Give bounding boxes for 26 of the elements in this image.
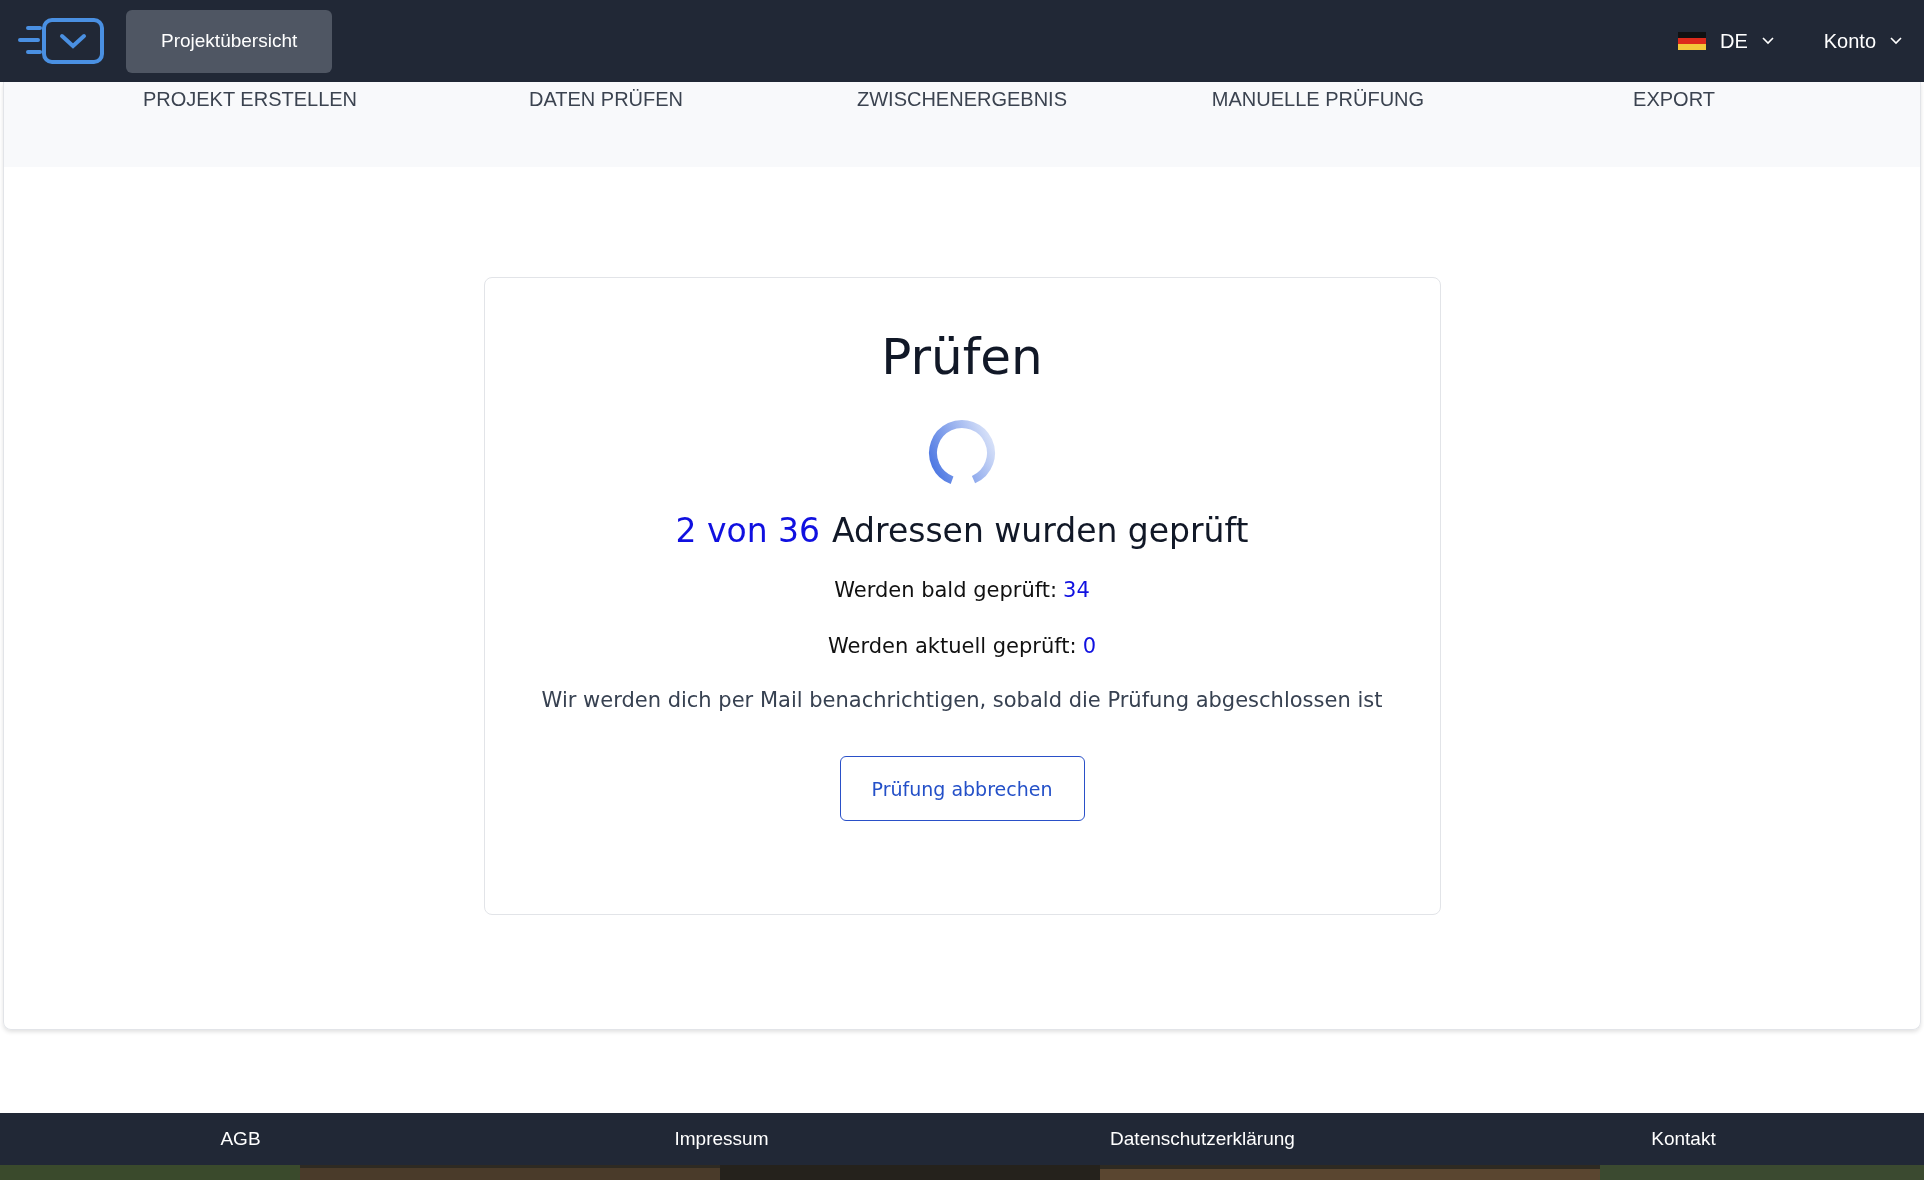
account-menu[interactable]: Konto <box>1823 29 1902 53</box>
notice-text: Wir werden dich per Mail benachrichtigen, sobald die Prüfung abgeschlossen ist <box>541 688 1383 712</box>
step-label: PROJEKT ERSTELLEN <box>141 87 359 111</box>
step-label: MANUELLE PRÜFUNG <box>1210 87 1426 111</box>
stat-label: Werden aktuell geprüft: <box>828 634 1077 658</box>
stat-value: 0 <box>1082 634 1096 658</box>
card-title: Prüfen <box>881 330 1043 385</box>
cancel-button[interactable]: Prüfung abbrechen <box>839 756 1085 821</box>
logo-icon[interactable] <box>18 16 106 66</box>
step-label: DATEN PRÜFEN <box>527 87 685 111</box>
stat-label: Werden bald geprüft: <box>834 578 1058 602</box>
chevron-down-icon <box>1890 37 1902 45</box>
progress-count: 2 von 36 <box>675 511 821 550</box>
progress-text: Adressen wurden geprüft <box>832 511 1249 550</box>
language-menu[interactable]: DE <box>1677 29 1774 53</box>
project-overview-button[interactable]: Projektübersicht <box>126 9 333 73</box>
chevron-down-icon <box>1761 37 1774 45</box>
loading-spinner-icon <box>928 419 996 487</box>
stat-value: 34 <box>1063 578 1090 602</box>
german-flag-icon <box>1677 32 1706 50</box>
step-label: EXPORT <box>1632 87 1716 111</box>
footer-link[interactable]: AGB <box>220 1128 261 1150</box>
footer-link[interactable]: Impressum <box>674 1128 769 1150</box>
footer-link[interactable]: Kontakt <box>1651 1128 1716 1150</box>
footer-link[interactable]: Datenschutzerklärung <box>1110 1128 1295 1150</box>
step-label: ZWISCHENERGEBNIS <box>856 87 1068 111</box>
